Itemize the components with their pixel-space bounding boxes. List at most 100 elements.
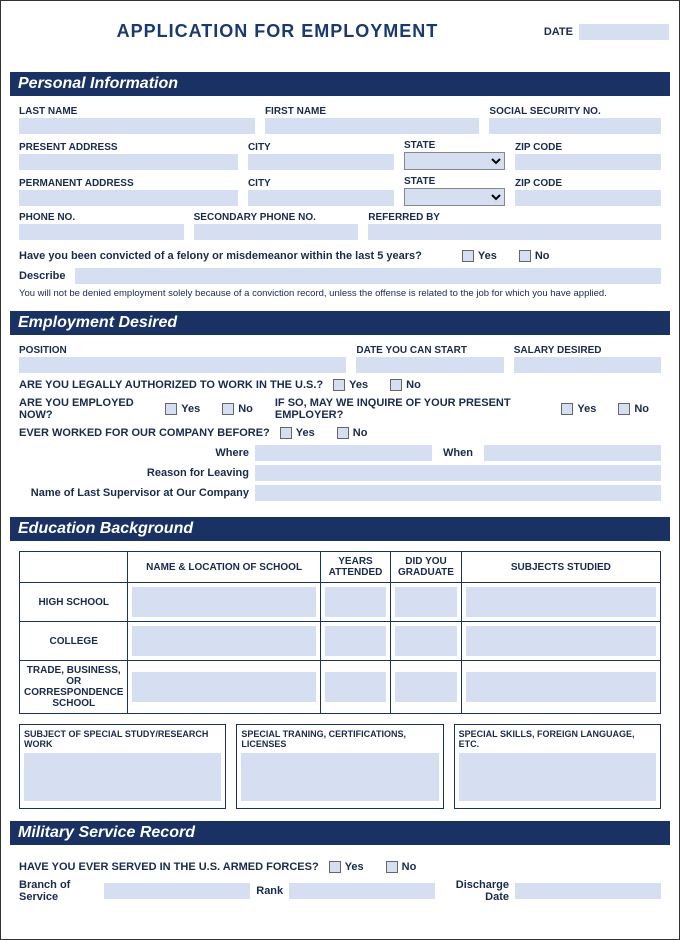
position-label: POSITION (19, 345, 346, 356)
rank-input[interactable] (289, 883, 435, 899)
referred-input[interactable] (368, 224, 661, 240)
phone2-input[interactable] (194, 224, 359, 240)
prior-question: EVER WORKED FOR OUR COMPANY BEFORE? (19, 427, 270, 439)
present-state-select[interactable] (404, 152, 505, 170)
present-address-input[interactable] (19, 154, 238, 170)
phone2-label: SECONDARY PHONE NO. (194, 212, 359, 223)
edu-col-subjects: SUBJECTS STUDIED (461, 552, 660, 583)
section-header-education: Education Background (10, 517, 670, 541)
date-field-group: DATE (544, 24, 669, 40)
form-title: APPLICATION FOR EMPLOYMENT (11, 21, 544, 42)
permanent-city-label: CITY (248, 178, 394, 189)
college-grad-input[interactable] (395, 626, 457, 656)
section-body-personal: LAST NAME FIRST NAME SOCIAL SECURITY NO.… (11, 96, 669, 311)
permanent-zip-label: ZIP CODE (515, 178, 661, 189)
start-date-input[interactable] (356, 357, 503, 373)
hs-subjects-input[interactable] (466, 587, 656, 617)
authorized-question: ARE YOU LEGALLY AUTHORIZED TO WORK IN TH… (19, 379, 323, 391)
conviction-disclaimer: You will not be denied employment solely… (19, 288, 661, 299)
table-header-row: NAME & LOCATION OF SCHOOL YEARS ATTENDED… (20, 552, 661, 583)
permanent-state-select[interactable] (404, 188, 505, 206)
section-header-employment: Employment Desired (10, 311, 670, 335)
present-city-input[interactable] (248, 154, 394, 170)
trade-years-input[interactable] (325, 672, 387, 702)
present-zip-label: ZIP CODE (515, 142, 661, 153)
describe-label: Describe (19, 270, 69, 282)
branch-input[interactable] (104, 883, 250, 899)
position-input[interactable] (19, 357, 346, 373)
salary-label: SALARY DESIRED (514, 345, 661, 356)
inquire-question: IF SO, MAY WE INQUIRE OF YOUR PRESENT EM… (275, 397, 551, 421)
discharge-input[interactable] (515, 883, 661, 899)
first-name-label: FIRST NAME (265, 106, 479, 117)
employed-question: ARE YOU EMPLOYED NOW? (19, 397, 155, 421)
college-subjects-input[interactable] (466, 626, 656, 656)
college-years-input[interactable] (325, 626, 387, 656)
served-yes-checkbox[interactable]: Yes (329, 861, 364, 873)
where-input[interactable] (255, 445, 432, 461)
trade-school-input[interactable] (132, 672, 315, 702)
college-school-input[interactable] (132, 626, 315, 656)
authorized-no-checkbox[interactable]: No (390, 379, 421, 391)
felony-question: Have you been convicted of a felony or m… (19, 250, 422, 262)
hs-school-input[interactable] (132, 587, 315, 617)
inquire-no-checkbox[interactable]: No (618, 403, 649, 415)
served-question: HAVE YOU EVER SERVED IN THE U.S. ARMED F… (19, 861, 319, 873)
referred-label: REFERRED BY (368, 212, 661, 223)
section-header-personal: Personal Information (10, 72, 670, 96)
when-input[interactable] (484, 445, 661, 461)
ssn-input[interactable] (489, 118, 661, 134)
employed-no-checkbox[interactable]: No (222, 403, 253, 415)
present-zip-input[interactable] (515, 154, 661, 170)
hs-years-input[interactable] (325, 587, 387, 617)
special-study-label: SUBJECT OF SPECIAL STUDY/RESEARCH WORK (24, 729, 221, 749)
last-name-label: LAST NAME (19, 106, 255, 117)
special-skills-box: SPECIAL SKILLS, FOREIGN LANGUAGE, ETC. (454, 724, 661, 809)
reason-input[interactable] (255, 465, 661, 481)
describe-input[interactable] (75, 268, 661, 284)
trade-grad-input[interactable] (395, 672, 457, 702)
special-training-input[interactable] (241, 753, 438, 801)
special-study-input[interactable] (24, 753, 221, 801)
special-boxes-row: SUBJECT OF SPECIAL STUDY/RESEARCH WORK S… (19, 724, 661, 809)
supervisor-input[interactable] (255, 485, 661, 501)
present-address-label: PRESENT ADDRESS (19, 142, 238, 153)
inquire-yes-checkbox[interactable]: Yes (561, 403, 596, 415)
date-input[interactable] (579, 24, 669, 40)
table-row: HIGH SCHOOL (20, 583, 661, 622)
served-no-checkbox[interactable]: No (386, 861, 417, 873)
salary-input[interactable] (514, 357, 661, 373)
where-label: Where (19, 447, 249, 459)
special-training-label: SPECIAL TRANING, CERTIFICATIONS, LICENSE… (241, 729, 438, 749)
section-header-military: Military Service Record (10, 821, 670, 845)
hs-grad-input[interactable] (395, 587, 457, 617)
felony-yes-checkbox[interactable]: Yes (462, 250, 497, 262)
phone-input[interactable] (19, 224, 184, 240)
felony-no-checkbox[interactable]: No (519, 250, 550, 262)
employed-yes-checkbox[interactable]: Yes (165, 403, 200, 415)
education-table: NAME & LOCATION OF SCHOOL YEARS ATTENDED… (19, 551, 661, 714)
permanent-city-input[interactable] (248, 190, 394, 206)
employment-application-form: APPLICATION FOR EMPLOYMENT DATE Personal… (0, 0, 680, 940)
section-body-military: HAVE YOU EVER SERVED IN THE U.S. ARMED F… (11, 845, 669, 919)
present-city-label: CITY (248, 142, 394, 153)
first-name-input[interactable] (265, 118, 479, 134)
start-date-label: DATE YOU CAN START (356, 345, 503, 356)
edu-col-school: NAME & LOCATION OF SCHOOL (128, 552, 320, 583)
special-skills-input[interactable] (459, 753, 656, 801)
when-label: When (438, 447, 478, 459)
permanent-address-input[interactable] (19, 190, 238, 206)
authorized-yes-checkbox[interactable]: Yes (333, 379, 368, 391)
section-body-education: NAME & LOCATION OF SCHOOL YEARS ATTENDED… (11, 541, 669, 821)
special-skills-label: SPECIAL SKILLS, FOREIGN LANGUAGE, ETC. (459, 729, 656, 749)
permanent-address-label: PERMANENT ADDRESS (19, 178, 238, 189)
table-row: COLLEGE (20, 622, 661, 661)
last-name-input[interactable] (19, 118, 255, 134)
trade-subjects-input[interactable] (466, 672, 656, 702)
special-study-box: SUBJECT OF SPECIAL STUDY/RESEARCH WORK (19, 724, 226, 809)
edu-row-college: COLLEGE (20, 622, 128, 661)
permanent-zip-input[interactable] (515, 190, 661, 206)
edu-col-blank (20, 552, 128, 583)
prior-yes-checkbox[interactable]: Yes (280, 427, 315, 439)
prior-no-checkbox[interactable]: No (337, 427, 368, 439)
